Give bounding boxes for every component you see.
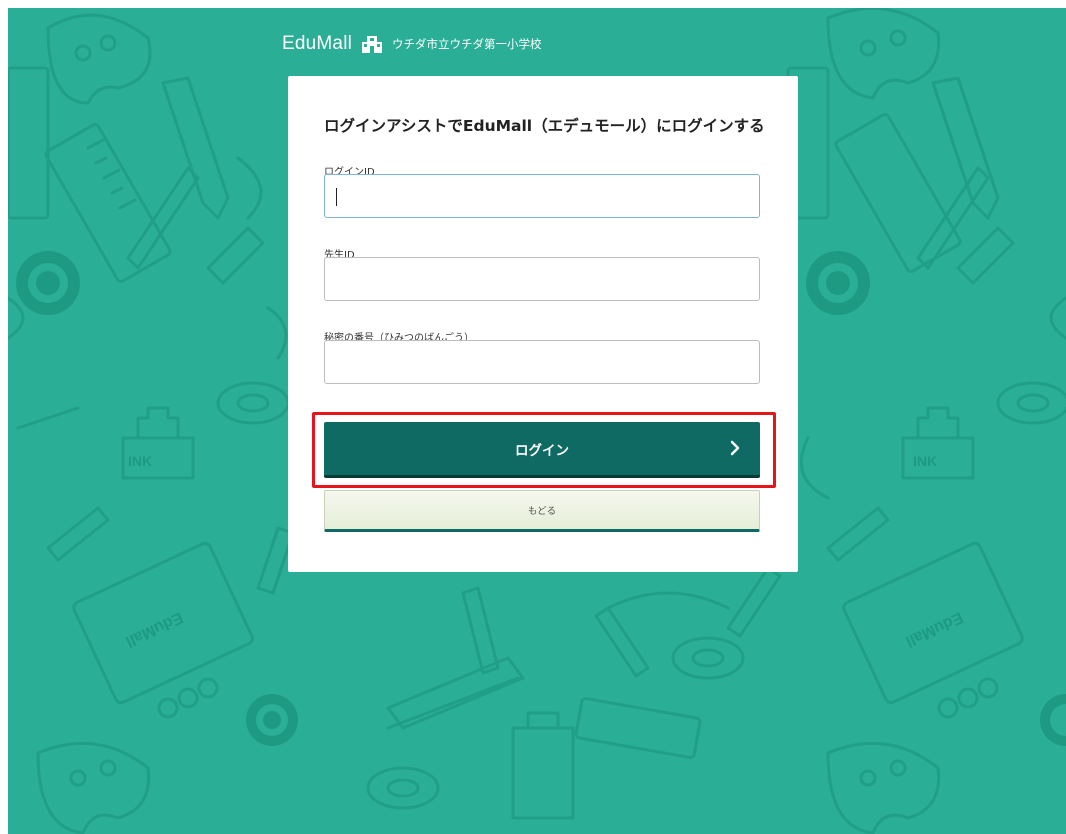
teacher-id-input[interactable]	[324, 257, 760, 301]
back-button[interactable]: もどる	[324, 490, 760, 532]
login-card: ログインアシストでEduMall（エデュモール）にログインする ログインID 先…	[288, 76, 798, 572]
password-input[interactable]	[324, 340, 760, 384]
text-caret	[336, 188, 337, 206]
edumall-logo: EduMall	[282, 33, 353, 54]
login-id-input[interactable]	[324, 174, 760, 218]
ink-label: INK	[128, 453, 152, 469]
brand-decor-left: EduMall	[123, 608, 186, 649]
back-button-label: もどる	[527, 506, 557, 517]
page-title: ログインアシストでEduMall（エデュモール）にログインする	[324, 117, 765, 135]
login-button-highlight	[312, 412, 776, 488]
school-building-icon	[362, 35, 383, 53]
header: EduMall ウチダ市立ウチダ第一小学校	[282, 32, 542, 56]
ink-label-right: INK	[913, 453, 937, 469]
school-name: ウチダ市立ウチダ第一小学校	[392, 37, 542, 51]
brand-decor-right: EduMall	[903, 608, 966, 649]
